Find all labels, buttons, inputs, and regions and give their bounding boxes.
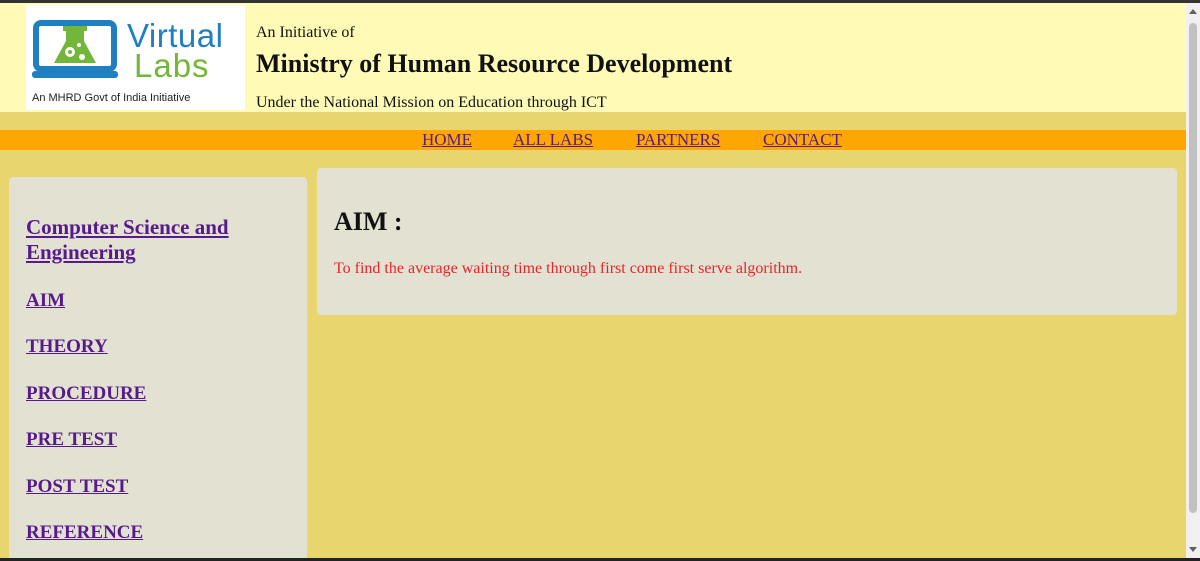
initiative-text: An Initiative of	[256, 24, 355, 41]
mission-text: Under the National Mission on Education …	[256, 94, 607, 111]
nav-all-labs-link[interactable]: ALL LABS	[513, 130, 593, 150]
flask-laptop-icon	[32, 20, 118, 78]
logo-word-labs: Labs	[134, 47, 210, 84]
page: Virtual Labs An MHRD Govt of India Initi…	[0, 3, 1186, 558]
aim-heading: AIM :	[334, 207, 403, 236]
virtual-labs-logo[interactable]: Virtual Labs An MHRD Govt of India Initi…	[26, 5, 245, 110]
scroll-down-arrow-icon[interactable]	[1189, 547, 1197, 552]
top-nav: HOME ALL LABS PARTNERS CONTACT	[0, 130, 1186, 150]
sidebar-item-aim[interactable]: AIM	[26, 290, 65, 312]
sidebar-section-link[interactable]: Computer Science and Engineering	[26, 215, 286, 265]
sidebar: Computer Science and Engineering AIM THE…	[9, 177, 307, 558]
sidebar-item-pre-test[interactable]: PRE TEST	[26, 429, 117, 451]
content-panel: AIM : To find the average waiting time t…	[317, 168, 1177, 315]
site-header: Virtual Labs An MHRD Govt of India Initi…	[0, 3, 1186, 112]
nav-partners-link[interactable]: PARTNERS	[636, 130, 720, 150]
nav-contact-link[interactable]: CONTACT	[763, 130, 842, 150]
aim-text: To find the average waiting time through…	[334, 260, 803, 277]
sidebar-item-post-test[interactable]: POST TEST	[26, 476, 128, 498]
scroll-up-arrow-icon[interactable]	[1189, 9, 1197, 14]
vertical-scrollbar[interactable]	[1186, 3, 1200, 558]
scrollbar-thumb[interactable]	[1189, 23, 1197, 513]
nav-home-link[interactable]: HOME	[422, 130, 472, 150]
ministry-title: Ministry of Human Resource Development	[256, 49, 733, 78]
sidebar-item-theory[interactable]: THEORY	[26, 336, 108, 358]
logo-tagline: An MHRD Govt of India Initiative	[32, 92, 191, 104]
sidebar-item-reference[interactable]: REFERENCE	[26, 522, 143, 544]
sidebar-item-procedure[interactable]: PROCEDURE	[26, 383, 146, 405]
